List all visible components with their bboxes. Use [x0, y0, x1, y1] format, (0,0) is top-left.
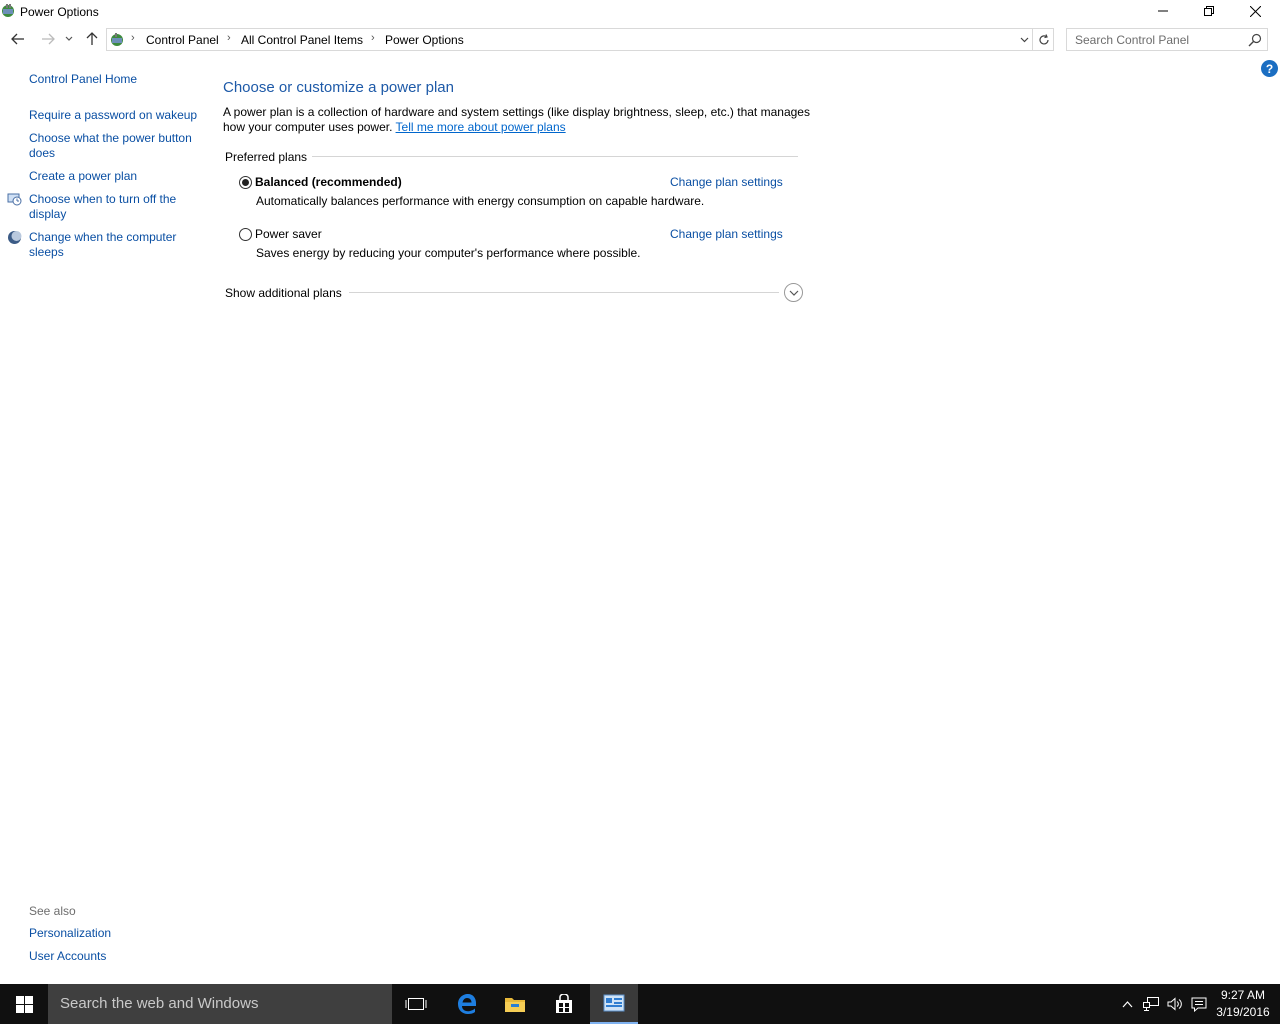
- sidebar-item-computer-sleeps[interactable]: Change when the computer sleeps: [29, 230, 189, 260]
- breadcrumb-separator-icon: ›: [371, 32, 375, 44]
- learn-more-link[interactable]: Tell me more about power plans: [396, 120, 566, 134]
- breadcrumb-separator-icon: ›: [227, 32, 231, 44]
- show-additional-plans-label[interactable]: Show additional plans: [225, 286, 342, 300]
- windows-logo-icon: [15, 995, 33, 1013]
- power-saver-change-settings-link[interactable]: Change plan settings: [670, 227, 783, 241]
- search-icon[interactable]: [1247, 32, 1263, 48]
- breadcrumb-control-panel[interactable]: Control Panel: [146, 33, 219, 47]
- breadcrumb-all-items[interactable]: All Control Panel Items: [241, 33, 363, 47]
- control-panel-icon: [603, 994, 625, 1012]
- taskbar-search-placeholder: Search the web and Windows: [60, 995, 259, 1012]
- back-button[interactable]: [8, 28, 28, 50]
- taskbar-search-box[interactable]: Search the web and Windows: [48, 984, 392, 1024]
- power-saver-plan-name[interactable]: Power saver: [255, 227, 322, 241]
- file-explorer-button[interactable]: [491, 984, 539, 1024]
- power-saver-radio[interactable]: [239, 228, 252, 241]
- display-power-icon: [7, 193, 22, 206]
- title-bar: Power Options: [0, 0, 1280, 24]
- folder-icon: [505, 998, 525, 1012]
- recent-locations-button[interactable]: [62, 28, 76, 50]
- breadcrumb-power-options[interactable]: Power Options: [385, 33, 464, 47]
- network-icon: [1143, 997, 1159, 1011]
- forward-button[interactable]: [38, 28, 58, 50]
- store-icon: [556, 994, 572, 1013]
- action-center-button[interactable]: [1189, 994, 1209, 1014]
- sidebar-item-power-button[interactable]: Choose what the power button does: [29, 131, 197, 161]
- control-panel-icon: [111, 33, 123, 46]
- preferred-plans-label: Preferred plans: [225, 150, 308, 164]
- start-button[interactable]: [0, 984, 48, 1024]
- balanced-plan-name[interactable]: Balanced (recommended): [255, 175, 402, 189]
- taskbar-clock[interactable]: 9:27 AM 3/19/2016: [1210, 987, 1276, 1021]
- clock-date: 3/19/2016: [1216, 1005, 1270, 1019]
- close-button[interactable]: [1232, 0, 1278, 22]
- task-view-button[interactable]: [392, 984, 440, 1024]
- radio-selected-dot: [242, 179, 249, 186]
- power-options-icon: [2, 4, 14, 17]
- volume-button[interactable]: [1165, 994, 1185, 1014]
- balanced-plan-description: Automatically balances performance with …: [256, 194, 705, 208]
- task-view-icon: [405, 998, 427, 1010]
- show-hidden-icons-button[interactable]: [1117, 994, 1137, 1014]
- see-also-personalization-link[interactable]: Personalization: [29, 926, 199, 941]
- restore-icon: [1204, 6, 1214, 16]
- chevron-down-icon: [789, 290, 798, 296]
- page-description: A power plan is a collection of hardware…: [223, 105, 813, 135]
- sidebar-item-create-plan[interactable]: Create a power plan: [29, 169, 199, 184]
- minimize-icon: [1158, 10, 1168, 12]
- edge-icon: [458, 994, 476, 1014]
- see-also-user-accounts-link[interactable]: User Accounts: [29, 949, 199, 964]
- window-title: Power Options: [20, 5, 99, 19]
- restore-button[interactable]: [1186, 0, 1232, 22]
- arrow-up-icon: [86, 32, 98, 45]
- search-box: [1066, 28, 1268, 51]
- control-panel-taskbar-button[interactable]: [590, 984, 638, 1024]
- minimize-button[interactable]: [1140, 0, 1186, 22]
- see-also-heading: See also: [29, 904, 76, 918]
- sidebar-item-turn-off-display[interactable]: Choose when to turn off the display: [29, 192, 189, 222]
- store-button[interactable]: [540, 984, 588, 1024]
- close-icon: [1249, 5, 1261, 17]
- chevron-up-icon: [1122, 1000, 1132, 1007]
- edge-button[interactable]: [443, 984, 491, 1024]
- chevron-down-icon: [1020, 37, 1028, 42]
- refresh-icon: [1038, 33, 1049, 44]
- help-button[interactable]: ?: [1261, 60, 1278, 77]
- page-title: Choose or customize a power plan: [223, 79, 454, 96]
- notifications-icon: [1191, 997, 1207, 1012]
- power-saver-plan-description: Saves energy by reducing your computer's…: [256, 246, 641, 260]
- moon-icon: [8, 231, 22, 244]
- address-bar[interactable]: › Control Panel › All Control Panel Item…: [106, 28, 1054, 51]
- clock-time: 9:27 AM: [1220, 988, 1266, 1002]
- network-button[interactable]: [1141, 994, 1161, 1014]
- chevron-down-icon: [65, 36, 73, 41]
- address-dropdown-button[interactable]: [1015, 29, 1033, 50]
- refresh-button[interactable]: [1032, 28, 1054, 51]
- arrow-left-icon: [11, 33, 24, 45]
- sidebar-item-require-password[interactable]: Require a password on wakeup: [29, 108, 199, 123]
- arrow-right-icon: [42, 33, 55, 45]
- search-input[interactable]: [1067, 29, 1245, 50]
- control-panel-home-link[interactable]: Control Panel Home: [29, 72, 199, 87]
- taskbar: Search the web and Windows 9:27 AM 3/19/…: [0, 984, 1280, 1024]
- expand-additional-plans-button[interactable]: [784, 283, 803, 302]
- breadcrumb-separator-icon: ›: [131, 32, 135, 44]
- volume-icon: [1167, 997, 1182, 1011]
- divider: [312, 156, 798, 157]
- divider: [349, 292, 779, 293]
- balanced-change-settings-link[interactable]: Change plan settings: [670, 175, 783, 189]
- balanced-radio[interactable]: [239, 176, 252, 189]
- up-button[interactable]: [82, 28, 102, 50]
